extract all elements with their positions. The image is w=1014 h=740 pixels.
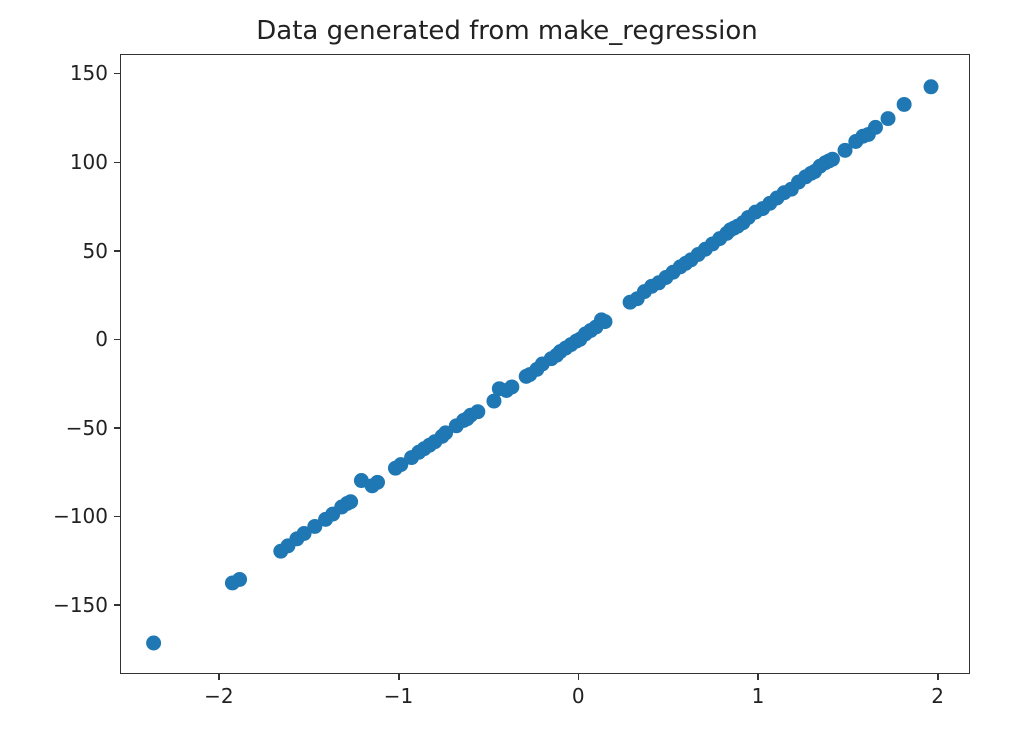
data-point (881, 111, 896, 126)
y-tick-mark (114, 427, 120, 429)
y-tick-label: −100 (53, 504, 108, 528)
y-tick-mark (114, 250, 120, 252)
y-tick-label: 150 (70, 61, 108, 85)
y-tick-label: 0 (95, 327, 108, 351)
data-point (370, 475, 385, 490)
y-tick-mark (114, 339, 120, 341)
data-point (232, 572, 247, 587)
data-point (146, 636, 161, 651)
y-tick-mark (114, 516, 120, 518)
x-tick-mark (398, 674, 400, 680)
x-tick-label: −1 (384, 684, 413, 708)
x-tick-mark (937, 674, 939, 680)
data-point (825, 152, 840, 167)
data-point (897, 97, 912, 112)
y-tick-label: 50 (83, 239, 108, 263)
x-tick-mark (218, 674, 220, 680)
y-tick-label: 100 (70, 150, 108, 174)
data-point (868, 120, 883, 135)
x-tick-mark (578, 674, 580, 680)
x-tick-label: 1 (752, 684, 765, 708)
y-tick-mark (114, 73, 120, 75)
chart-title: Data generated from make_regression (0, 16, 1014, 46)
scatter-points (121, 55, 969, 673)
y-tick-label: −150 (53, 593, 108, 617)
data-point (343, 494, 358, 509)
y-tick-mark (114, 604, 120, 606)
x-tick-mark (757, 674, 759, 680)
figure: Data generated from make_regression −2 −1… (0, 0, 1014, 740)
data-point (470, 404, 485, 419)
y-tick-mark (114, 162, 120, 164)
x-tick-label: 0 (572, 684, 585, 708)
data-point (504, 379, 519, 394)
x-tick-label: 2 (931, 684, 944, 708)
plot-area (120, 54, 970, 674)
x-tick-label: −2 (204, 684, 233, 708)
data-point (598, 314, 613, 329)
data-point (924, 79, 939, 94)
y-tick-label: −50 (66, 416, 108, 440)
